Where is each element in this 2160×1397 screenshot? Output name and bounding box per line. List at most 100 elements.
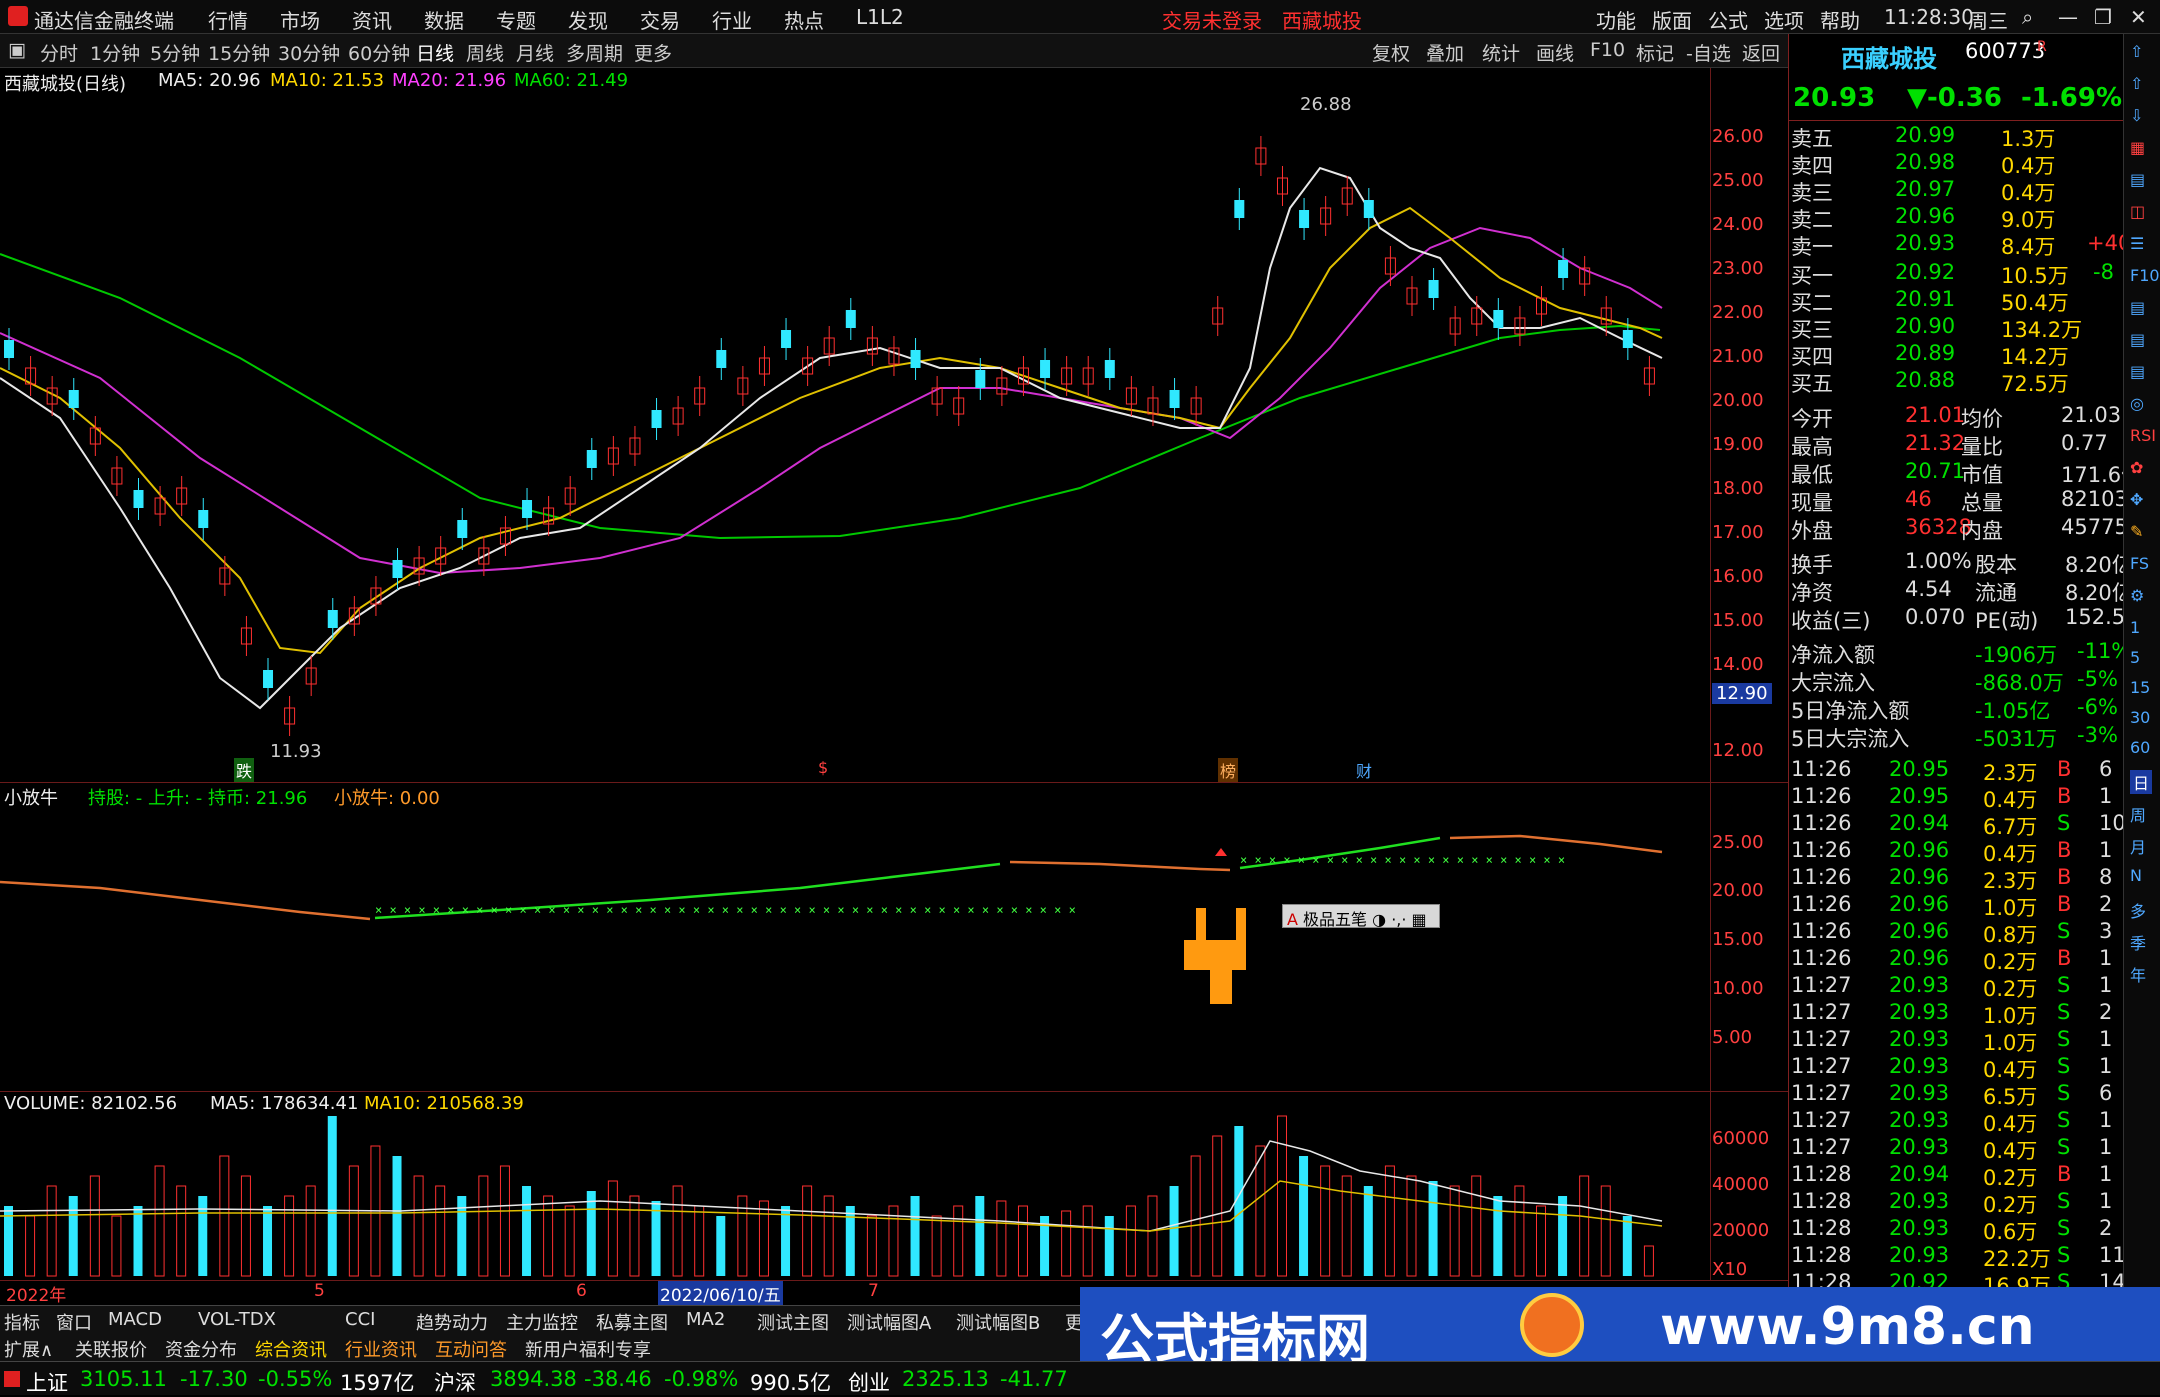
doc-icon[interactable]: ▤ — [2130, 298, 2145, 317]
doc-icon[interactable]: ▤ — [2130, 362, 2145, 381]
arrow-down-icon[interactable]: ⇩ — [2130, 106, 2143, 125]
restore-icon[interactable]: ❐ — [2094, 5, 2112, 29]
arrow-up-icon[interactable]: ⇧ — [2130, 42, 2143, 61]
period-30-icon[interactable]: 30 — [2130, 708, 2150, 727]
menu-item[interactable]: 公式 — [1708, 5, 1748, 34]
toolbar-button[interactable]: 画线 — [1536, 39, 1574, 66]
indicator-chart[interactable]: × × × × × × × × × × × × × × × × × × × × … — [0, 782, 1710, 1091]
menu-item[interactable]: 行业 — [712, 5, 752, 34]
period-tool[interactable]: N — [2130, 866, 2142, 885]
period-tab[interactable]: 分时 — [40, 39, 78, 66]
index-name[interactable]: 创业 — [848, 1367, 890, 1397]
menu-item[interactable]: 行情 — [208, 5, 248, 34]
info-tab[interactable]: 关联报价 — [75, 1336, 147, 1362]
grid-icon[interactable]: ▦ — [2130, 138, 2145, 157]
toolbar-button[interactable]: 叠加 — [1426, 39, 1464, 66]
period-tab[interactable]: 月线 — [516, 39, 554, 66]
info-tab[interactable]: 综合资讯 — [255, 1336, 327, 1362]
period-1-icon[interactable]: 1 — [2130, 618, 2140, 637]
toggle-icon[interactable]: ▣ — [8, 39, 26, 61]
period-tab[interactable]: 60分钟 — [348, 39, 410, 66]
menu-item[interactable]: 帮助 — [1820, 5, 1860, 34]
login-status[interactable]: 交易未登录 — [1162, 5, 1262, 34]
period-tab[interactable]: 周线 — [466, 39, 504, 66]
fs-icon[interactable]: FS — [2130, 554, 2149, 573]
info-tab[interactable]: 互动问答 — [435, 1336, 507, 1362]
settings-icon[interactable]: ⚙ — [2130, 586, 2144, 605]
search-icon[interactable]: ⌕ — [2022, 5, 2033, 29]
marker-s[interactable]: $ — [818, 758, 828, 777]
period-tool[interactable]: 多 — [2130, 898, 2146, 922]
minimize-icon[interactable]: — — [2058, 5, 2078, 29]
period-tab[interactable]: 多周期 — [566, 39, 623, 66]
indicator-tab[interactable]: 趋势动力 — [416, 1309, 488, 1335]
menu-item[interactable]: 资讯 — [352, 5, 392, 34]
indicator-tab[interactable]: 测试主图 — [757, 1309, 829, 1335]
info-tab[interactable]: 资金分布 — [165, 1336, 237, 1362]
index-name[interactable]: 上证 — [26, 1367, 68, 1397]
period-tool[interactable]: 年 — [2130, 962, 2146, 986]
menu-item[interactable]: 发现 — [568, 5, 608, 34]
table-icon[interactable]: ▤ — [2130, 170, 2145, 189]
toolbar-button[interactable]: 返回 — [1742, 39, 1780, 66]
close-icon[interactable]: ✕ — [2130, 5, 2147, 29]
target-icon[interactable]: ◎ — [2130, 394, 2144, 413]
pencil-icon[interactable]: ✎ — [2130, 522, 2143, 541]
period-tool[interactable]: 季 — [2130, 930, 2146, 954]
ime-popup[interactable]: A 极品五笔 ◑ ·,· ▦ — [1282, 904, 1440, 929]
period-15-icon[interactable]: 15 — [2130, 678, 2150, 697]
period-tab[interactable]: 1分钟 — [90, 39, 140, 66]
marker-die[interactable]: 跌 — [234, 758, 255, 782]
period-tool[interactable]: 日 — [2130, 770, 2153, 794]
menu-item[interactable]: 专题 — [496, 5, 536, 34]
doc-icon[interactable]: ▤ — [2130, 330, 2145, 349]
chart-icon[interactable]: ◫ — [2130, 202, 2145, 221]
move-icon[interactable]: ✥ — [2130, 490, 2143, 509]
menu-item[interactable]: 数据 — [424, 5, 464, 34]
indicator-tab[interactable]: 测试幅图B — [956, 1309, 1040, 1335]
indicator-tab[interactable]: CCI — [345, 1309, 375, 1330]
period-tab[interactable]: 30分钟 — [278, 39, 340, 66]
marker-cai[interactable]: 财 — [1356, 758, 1372, 782]
toolbar-button[interactable]: 统计 — [1482, 39, 1520, 66]
toolbar-button[interactable]: -自选 — [1686, 39, 1731, 66]
chart-area[interactable]: 西藏城投(日线) MA5: 20.96 MA10: 21.53 MA20: 21… — [0, 68, 1788, 1318]
indicator-tab[interactable]: 测试幅图A — [847, 1309, 931, 1335]
indicator-tab[interactable]: 指标 — [4, 1309, 40, 1335]
period-tab[interactable]: 15分钟 — [208, 39, 270, 66]
menu-item[interactable]: 功能 — [1596, 5, 1636, 34]
volume-chart[interactable] — [0, 1091, 1710, 1280]
indicator-tab[interactable]: VOL-TDX — [198, 1309, 276, 1330]
gear-icon[interactable]: ✿ — [2130, 458, 2143, 477]
period-tab-more[interactable]: 更多 — [634, 39, 672, 66]
period-60-icon[interactable]: 60 — [2130, 738, 2150, 757]
f10-icon[interactable]: F10 — [2130, 266, 2160, 285]
rsi-icon[interactable]: RSI — [2130, 426, 2156, 445]
info-tab[interactable]: 扩展∧ — [4, 1336, 53, 1362]
period-tab[interactable]: 5分钟 — [150, 39, 200, 66]
toolbar-button[interactable]: F10 — [1590, 39, 1625, 61]
period-tool[interactable]: 周 — [2130, 802, 2146, 826]
period-5-icon[interactable]: 5 — [2130, 648, 2140, 667]
indicator-tab[interactable]: 私募主图 — [596, 1309, 668, 1335]
menu-item[interactable]: 交易 — [640, 5, 680, 34]
indicator-tab[interactable]: MA2 — [686, 1309, 725, 1330]
arrow-up-icon[interactable]: ⇧ — [2130, 74, 2143, 93]
info-tab[interactable]: 行业资讯 — [345, 1336, 417, 1362]
period-tool[interactable]: 月 — [2130, 834, 2146, 858]
menu-item[interactable]: 市场 — [280, 5, 320, 34]
indicator-tab[interactable]: 窗口 — [56, 1309, 92, 1335]
marker-bang[interactable]: 榜 — [1218, 758, 1239, 782]
menu-item[interactable]: 热点 — [784, 5, 824, 34]
indicator-tab[interactable]: MACD — [108, 1309, 162, 1330]
toolbar-button[interactable]: 复权 — [1372, 39, 1410, 66]
info-tab[interactable]: 新用户福利专享 — [525, 1336, 651, 1362]
menu-item[interactable]: 版面 — [1652, 5, 1692, 34]
toolbar-button[interactable]: 标记 — [1636, 39, 1674, 66]
menu-item[interactable]: 选项 — [1764, 5, 1804, 34]
index-name[interactable]: 沪深 — [434, 1367, 476, 1397]
menu-item[interactable]: L1L2 — [856, 5, 904, 29]
period-tab-active[interactable]: 日线 — [416, 39, 454, 66]
list-icon[interactable]: ☰ — [2130, 234, 2144, 253]
indicator-tab[interactable]: 主力监控 — [506, 1309, 578, 1335]
